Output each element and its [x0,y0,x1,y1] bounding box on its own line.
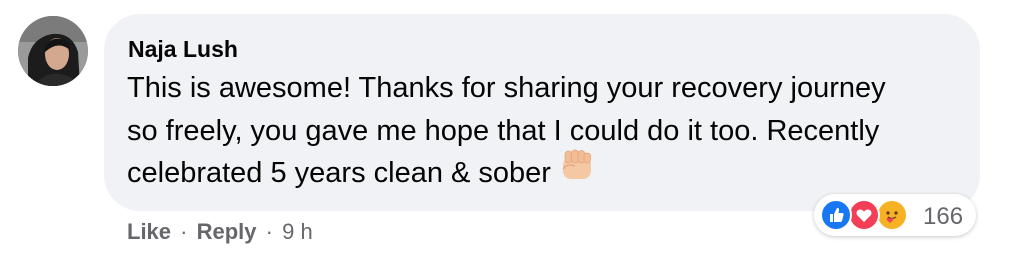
comment-text-line: This is awesome! Thanks for sharing your… [127,72,886,104]
reaction-count: 166 [923,203,964,230]
comment-actions: Like · Reply · 9 h [127,219,313,245]
raised-fist-emoji-icon [559,147,595,196]
avatar[interactable] [18,16,88,86]
comment-text: This is awesome! Thanks for sharing your… [127,67,967,196]
comment-bubble: Naja Lush This is awesome! Thanks for sh… [104,14,980,211]
like-button[interactable]: Like [127,219,171,244]
separator-dot: · [265,219,273,244]
comment-text-segment: celebrated 5 years clean & sober [127,157,551,189]
reaction-summary[interactable]: 166 [814,194,976,236]
care-icon [876,199,908,231]
profile-photo [18,16,88,86]
reply-button[interactable]: Reply [197,219,257,244]
like-icon [820,199,852,231]
comment-text-line: celebrated 5 years clean & sober [127,149,967,196]
comment-timestamp[interactable]: 9 h [282,219,313,244]
separator-dot: · [180,219,188,244]
comment-text-line: so freely, you gave me hope that I could… [127,114,880,147]
love-icon [848,199,880,231]
comment-author[interactable]: Naja Lush [128,36,238,63]
